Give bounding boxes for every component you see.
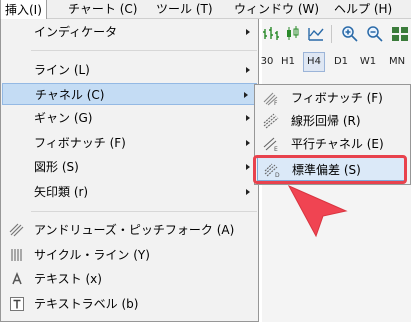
menu-insert[interactable]: 挿入(I) xyxy=(0,0,47,19)
submenu-arrow-icon xyxy=(246,189,250,195)
menu-item-label: ライン (L) xyxy=(34,63,90,77)
menu-item-channel[interactable]: チャネル (C) xyxy=(2,83,257,105)
timeframe-h4[interactable]: H4 xyxy=(303,52,325,72)
menu-item-text[interactable]: テキスト (x) xyxy=(1,268,258,290)
menu-bar: 挿入(I) チャート (C) ツール (T) ウィンドウ (W) ヘルプ (H) xyxy=(0,0,411,19)
menu-item-cycle-lines[interactable]: サイクル・ライン (Y) xyxy=(1,244,258,266)
menu-item-andrews-pitchfork[interactable]: アンドリューズ・ピッチフォーク (A) xyxy=(1,219,258,241)
menu-item-gann[interactable]: ギャン (G) xyxy=(1,107,258,129)
menu-item-label: 図形 (S) xyxy=(34,160,79,174)
submenu-item-parallel-channel[interactable]: E 平行チャネル (E) xyxy=(255,132,410,156)
menu-item-label: 矢印類 (r) xyxy=(34,185,89,199)
timeframe-h1[interactable]: H1 xyxy=(278,52,298,72)
menu-item-fibonacci[interactable]: フィボナッチ (F) xyxy=(1,132,258,154)
bar-chart-icon[interactable] xyxy=(262,25,280,43)
menu-help[interactable]: ヘルプ (H) xyxy=(330,0,396,18)
pitchfork-icon xyxy=(9,223,24,237)
submenu-arrow-icon xyxy=(244,92,248,98)
menu-item-label: サイクル・ライン (Y) xyxy=(34,248,150,262)
text-label-icon xyxy=(10,297,24,311)
menu-item-label: フィボナッチ (F) xyxy=(34,136,126,150)
menu-item-label: アンドリューズ・ピッチフォーク (A) xyxy=(34,223,235,237)
menu-item-label: インディケータ xyxy=(34,25,118,39)
timeframe-m30[interactable]: 30 xyxy=(259,52,275,72)
menu-item-label: ギャン (G) xyxy=(34,111,93,125)
submenu-item-fibonacci-channel[interactable]: F フィボナッチ (F) xyxy=(255,86,410,110)
menu-item-shapes[interactable]: 図形 (S) xyxy=(1,156,258,178)
timeframe-w1[interactable]: W1 xyxy=(357,52,379,72)
menu-item-label: チャネル (C) xyxy=(35,88,105,102)
menu-item-label: テキストラベル (b) xyxy=(34,297,139,311)
submenu-arrow-icon xyxy=(246,164,250,170)
menu-item-label: テキスト (x) xyxy=(34,272,102,286)
submenu-arrow-icon xyxy=(246,140,250,146)
zoom-out-icon[interactable] xyxy=(366,25,384,43)
menu-separator xyxy=(31,50,257,51)
submenu-arrow-icon xyxy=(246,67,250,73)
candlestick-icon[interactable] xyxy=(283,25,301,43)
cycle-lines-icon xyxy=(11,249,22,261)
menu-chart[interactable]: チャート (C) xyxy=(64,0,141,18)
submenu-arrow-icon xyxy=(246,115,250,121)
menu-item-line[interactable]: ライン (L) xyxy=(1,59,258,81)
tile-windows-icon[interactable] xyxy=(391,25,409,43)
menu-item-indicators[interactable]: インディケータ xyxy=(1,21,258,43)
equidistant-channel-icon: E xyxy=(263,137,278,152)
insert-menu: インディケータ ライン (L) チャネル (C) ギャン (G) フィボナッチ … xyxy=(0,19,259,322)
submenu-item-label: フィボナッチ (F) xyxy=(291,91,383,105)
text-icon xyxy=(12,271,22,285)
fibonacci-channel-icon: F xyxy=(263,92,278,106)
submenu-arrow-icon xyxy=(246,29,250,35)
highlight-box xyxy=(253,155,407,184)
menu-separator xyxy=(31,211,257,212)
svg-text:F: F xyxy=(274,100,278,106)
line-chart-icon[interactable] xyxy=(307,25,325,43)
svg-text:E: E xyxy=(274,146,278,152)
submenu-item-linear-regression[interactable]: 線形回帰 (R) xyxy=(255,109,410,133)
linear-regression-icon xyxy=(263,113,279,129)
toolbar-divider xyxy=(331,25,332,43)
timeframe-d1[interactable]: D1 xyxy=(330,52,352,72)
submenu-item-label: 線形回帰 (R) xyxy=(291,114,361,128)
pointer-arrow-icon xyxy=(287,184,348,238)
menu-window[interactable]: ウィンドウ (W) xyxy=(230,0,323,18)
submenu-item-label: 平行チャネル (E) xyxy=(291,137,384,151)
zoom-in-icon[interactable] xyxy=(341,25,359,43)
menu-item-arrows[interactable]: 矢印類 (r) xyxy=(1,181,258,203)
menu-item-text-label[interactable]: テキストラベル (b) xyxy=(1,293,258,315)
menu-tools[interactable]: ツール (T) xyxy=(152,0,217,18)
timeframe-mn[interactable]: MN xyxy=(386,52,408,72)
